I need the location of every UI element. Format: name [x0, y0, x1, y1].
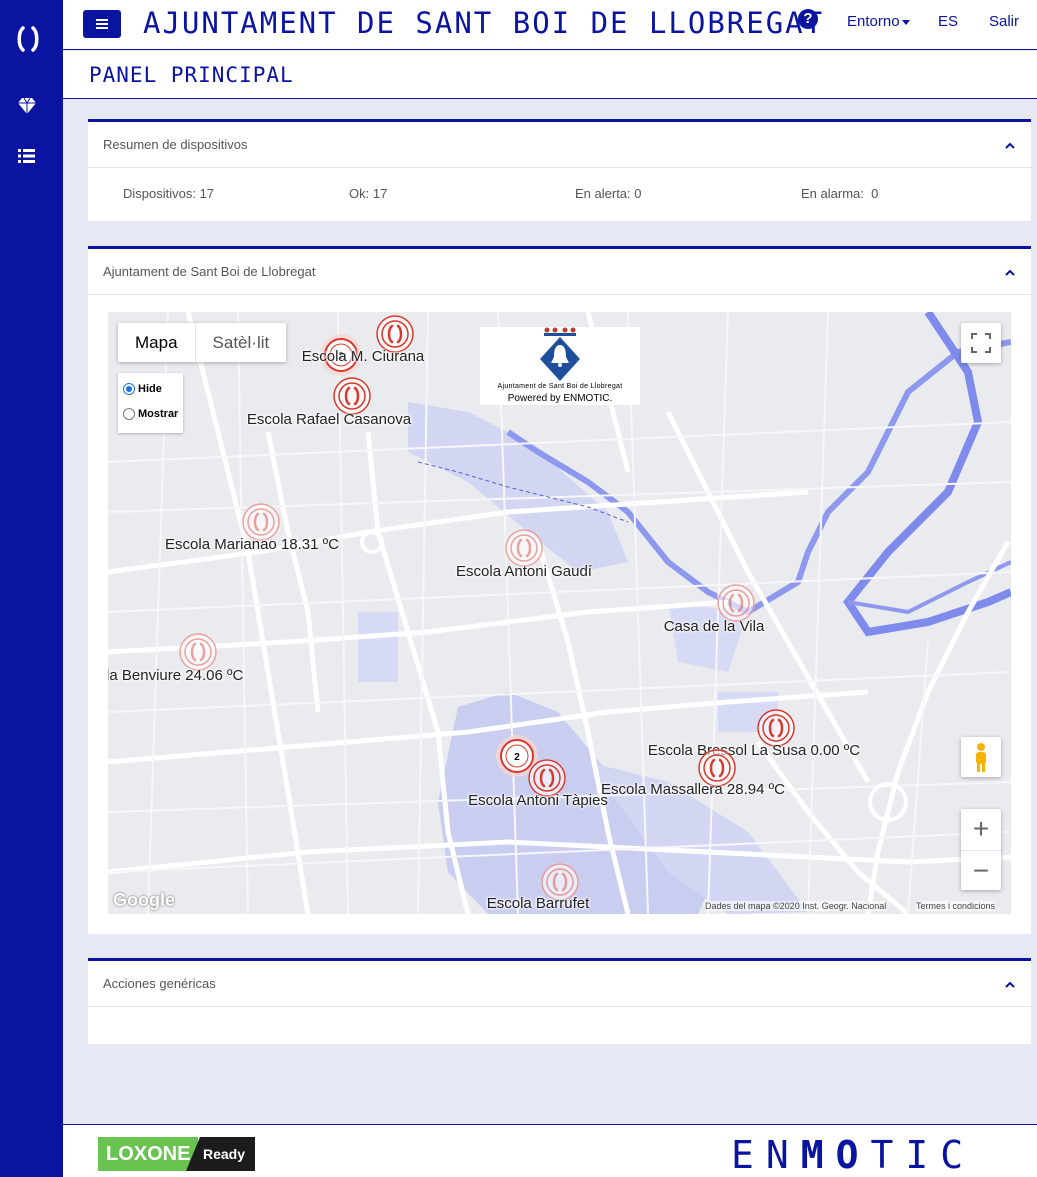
logout-link[interactable]: Salir: [989, 13, 1019, 30]
top-bar: AJUNTAMENT DE SANT BOI DE LLOBREGAT ? En…: [63, 0, 1037, 50]
map-panel-header[interactable]: Ajuntament de Sant Boi de Llobregat: [88, 249, 1031, 295]
street-view-button[interactable]: [961, 737, 1001, 777]
map-panel-title: Ajuntament de Sant Boi de Llobregat: [103, 264, 316, 279]
footer: LOXONE Ready ENMOTIC: [63, 1124, 1037, 1177]
device-marker[interactable]: [504, 528, 544, 568]
loxone-label: LOXONE: [98, 1137, 198, 1171]
environment-dropdown[interactable]: Entorno: [847, 13, 910, 30]
powered-by: Powered by ENMOTIC.: [507, 393, 613, 404]
fullscreen-button[interactable]: [961, 323, 1001, 363]
hide-option[interactable]: Hide: [123, 383, 162, 395]
device-marker-label: Escola Antoni Tàpies: [468, 792, 608, 809]
language-link[interactable]: ES: [938, 13, 958, 30]
app-title: AJUNTAMENT DE SANT BOI DE LLOBREGAT: [143, 6, 825, 40]
hide-radio[interactable]: [123, 383, 135, 395]
device-marker-label: Escola Massallera 28.94 ºC: [601, 781, 785, 798]
hide-label: Hide: [138, 383, 162, 395]
enmotic-brand: ENMOTIC: [731, 1133, 976, 1177]
enmotic-logo-icon[interactable]: [16, 26, 40, 52]
city-coat-of-arms: [540, 327, 580, 381]
map-view[interactable]: Mapa Satèl·lit Hide Mostrar Ajuntament d…: [108, 312, 1011, 914]
device-marker-label: Escola M. Ciurana: [301, 348, 425, 365]
chevron-up-icon[interactable]: [1005, 268, 1015, 278]
device-marker-label: Escola Antoni Gaudí: [456, 563, 592, 580]
device-marker-label: Casa de la Vila: [663, 618, 765, 635]
hamburger-menu-button[interactable]: [83, 10, 121, 38]
summary-panel-title: Resumen de dispositivos: [103, 137, 248, 152]
device-marker-label: Escola Barrufet: [486, 895, 590, 912]
map-panel: Ajuntament de Sant Boi de Llobregat Mapa…: [88, 246, 1031, 934]
actions-panel-header[interactable]: Acciones genéricas: [88, 961, 1031, 1007]
fullscreen-icon: [971, 333, 991, 353]
summary-panel: Resumen de dispositivos Dispositivos: 17…: [88, 119, 1031, 221]
google-logo: Google: [113, 890, 175, 910]
environment-label: Entorno: [847, 13, 900, 30]
terms-link[interactable]: Termes i condicions: [916, 901, 996, 911]
city-logo-name: Ajuntament de Sant Boi de Llobregat: [497, 383, 623, 390]
map-type-control: Mapa Satèl·lit: [118, 323, 287, 362]
page-header: PANEL PRINCIPAL: [63, 51, 1037, 99]
zoom-control: + −: [961, 809, 1001, 890]
question-circle-icon[interactable]: ?: [798, 9, 818, 29]
caret-down-icon: [901, 19, 910, 25]
device-marker-label: Escola Bressol La Susa 0.00 ºC: [647, 742, 861, 759]
chevron-up-icon[interactable]: [1005, 141, 1015, 151]
device-marker-label: Escola Rafael Casanova: [246, 411, 412, 428]
hamburger-icon: [96, 19, 108, 21]
city-logo: Ajuntament de Sant Boi de Llobregat Powe…: [480, 327, 640, 405]
list-icon[interactable]: [16, 147, 38, 165]
diamond-icon[interactable]: [16, 97, 38, 115]
device-marker[interactable]: [716, 583, 756, 623]
ok-count: Ok: 17: [349, 186, 388, 201]
show-option[interactable]: Mostrar: [123, 408, 178, 420]
map-type-map-button[interactable]: Mapa: [118, 323, 196, 362]
alert-count: En alerta: 0: [575, 186, 642, 201]
zoom-in-button[interactable]: +: [961, 809, 1001, 849]
device-marker-label: Escola Marianao 18.31 ºC: [165, 536, 339, 553]
alarm-count: En alarma: 0: [801, 186, 879, 201]
actions-panel: Acciones genéricas: [88, 958, 1031, 1044]
devices-count: Dispositivos: 17: [123, 186, 215, 201]
hamburger-icon-line: [96, 23, 108, 25]
map-attribution: Dades del mapa ©2020 Inst. Geogr. Nacion…: [705, 901, 887, 911]
chevron-up-icon[interactable]: [1005, 980, 1015, 990]
cluster-count: 2: [514, 752, 520, 763]
actions-panel-title: Acciones genéricas: [103, 976, 216, 991]
zoom-out-button[interactable]: −: [961, 850, 1001, 890]
overlay-toggle: Hide Mostrar: [118, 373, 183, 433]
pegman-icon: [976, 743, 986, 772]
device-marker-label: Escola Benviure 24.06 ºC: [108, 667, 244, 684]
show-label: Mostrar: [138, 408, 179, 420]
show-radio[interactable]: [123, 408, 135, 420]
summary-panel-header[interactable]: Resumen de dispositivos: [88, 122, 1031, 168]
loxone-ready-badge: LOXONE Ready: [98, 1137, 255, 1171]
hamburger-icon-line: [96, 27, 108, 29]
page-title: PANEL PRINCIPAL: [89, 63, 294, 87]
map-type-satellite-button[interactable]: Satèl·lit: [196, 323, 287, 362]
sidebar: [0, 0, 63, 1177]
device-marker[interactable]: [178, 632, 218, 672]
device-marker[interactable]: [332, 376, 372, 416]
